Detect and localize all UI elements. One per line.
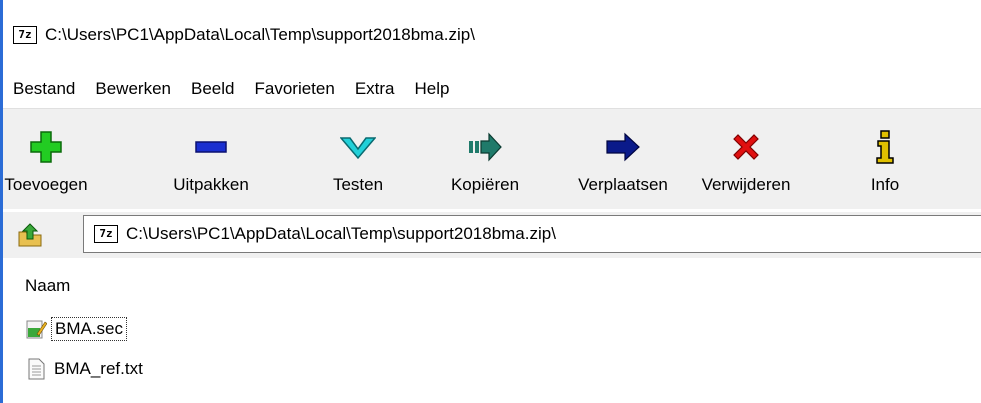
menu-favorieten[interactable]: Favorieten [244,79,344,99]
copy-label: Kopiëren [450,175,520,194]
extract-button[interactable]: Uitpakken [156,109,266,209]
plus-icon [28,129,64,165]
test-button[interactable]: Testen [318,109,398,209]
title-bar[interactable]: 7z C:\Users\PC1\AppData\Local\Temp\suppo… [13,0,981,70]
sec-file-icon [26,320,47,339]
move-arrow-icon [605,129,641,165]
test-label: Testen [332,175,384,194]
move-button[interactable]: Verplaatsen [563,109,683,209]
copy-button[interactable]: Kopiëren [435,109,535,209]
add-label: Toevoegen [4,175,88,194]
up-folder-icon [18,223,42,247]
file-list[interactable]: Naam BMA.sec BMA_ref.txt [3,262,981,403]
menu-bar: Bestand Bewerken Beeld Favorieten Extra … [3,72,981,106]
up-folder-button[interactable] [15,221,45,249]
delete-label: Verwijderen [701,175,791,194]
menu-bestand[interactable]: Bestand [3,79,85,99]
file-name: BMA_ref.txt [54,359,143,378]
delete-button[interactable]: Verwijderen [686,109,806,209]
7zip-app-icon: 7z [13,26,37,44]
checkmark-icon [340,129,376,165]
address-field[interactable]: 7z C:\Users\PC1\AppData\Local\Temp\suppo… [83,215,981,253]
delete-x-icon [728,129,764,165]
info-button[interactable]: Info [855,109,915,209]
menu-bewerken[interactable]: Bewerken [85,79,181,99]
copy-arrow-icon [467,129,503,165]
file-name: BMA.sec [51,317,128,341]
menu-help[interactable]: Help [405,79,460,99]
info-icon [867,129,903,165]
address-path: C:\Users\PC1\AppData\Local\Temp\support2… [126,224,556,243]
archive-icon: 7z [94,225,118,243]
column-header-name[interactable]: Naam [25,276,70,296]
toolbar: Toevoegen Uitpakken Testen Kopiëren Verp… [3,108,981,209]
menu-extra[interactable]: Extra [345,79,405,99]
extract-label: Uitpakken [173,175,249,194]
list-item[interactable]: BMA_ref.txt [25,356,146,382]
menu-beeld[interactable]: Beeld [181,79,244,99]
minus-icon [193,129,229,165]
text-file-icon [28,358,45,380]
info-label: Info [870,175,900,194]
address-bar: 7z C:\Users\PC1\AppData\Local\Temp\suppo… [3,212,981,258]
add-button[interactable]: Toevoegen [4,109,88,209]
list-item[interactable]: BMA.sec [25,316,128,342]
move-label: Verplaatsen [578,175,668,194]
window-title: C:\Users\PC1\AppData\Local\Temp\support2… [45,25,475,44]
